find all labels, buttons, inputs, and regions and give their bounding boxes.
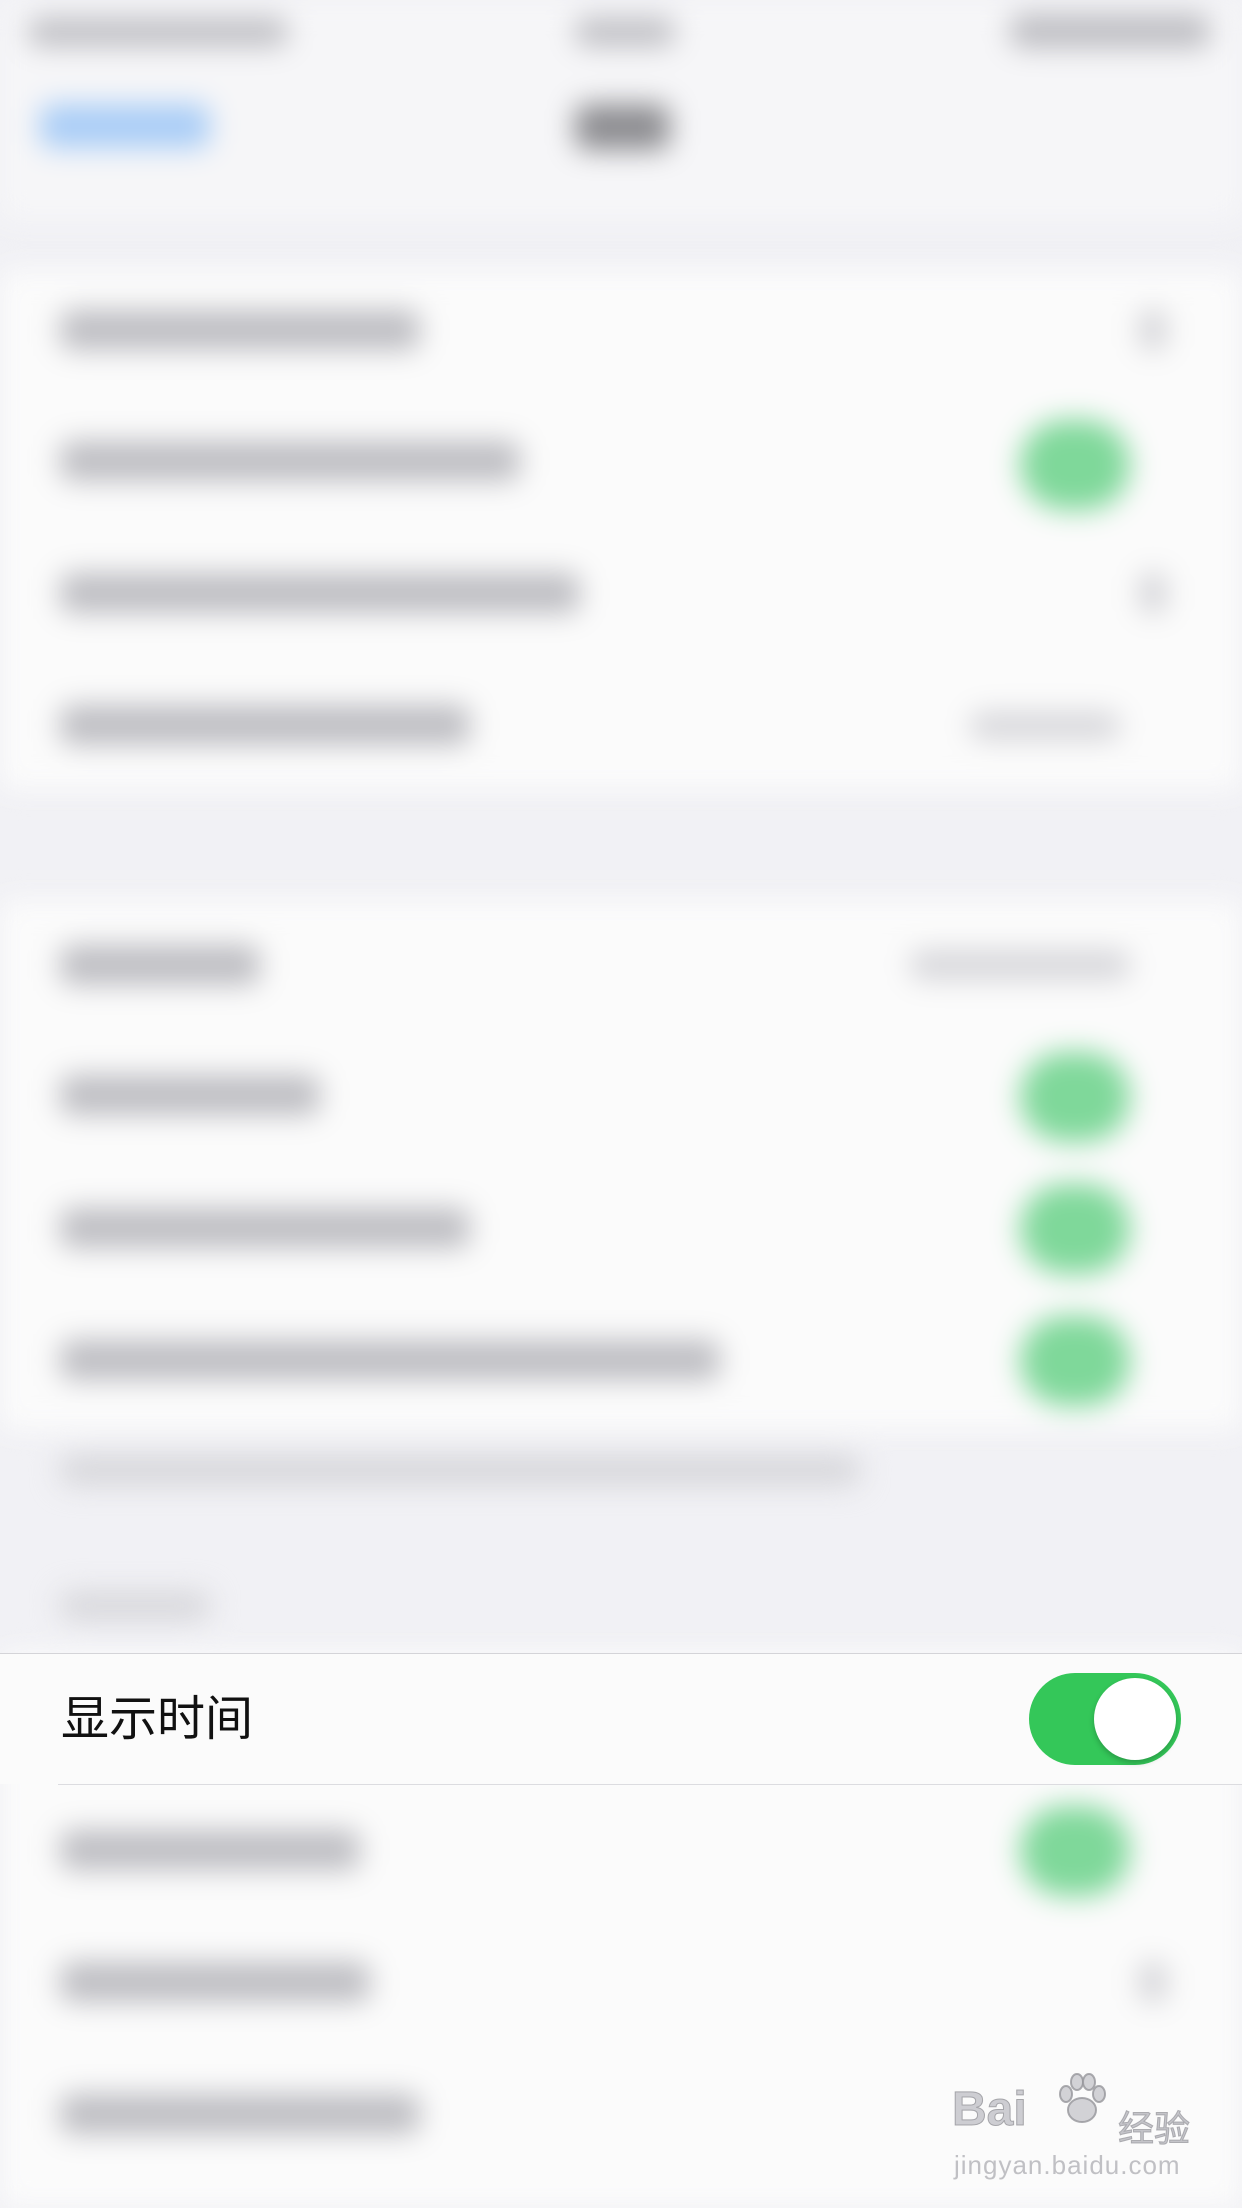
- show-time-cell: 显示时间: [0, 1653, 1242, 1785]
- row-4-label-placeholder: [60, 705, 470, 745]
- row-2-label-placeholder: [60, 441, 520, 481]
- row-9-toggle-placeholder[interactable]: [1020, 1806, 1130, 1896]
- show-time-toggle[interactable]: [1029, 1673, 1181, 1765]
- row-10-chevron-icon: [1140, 1962, 1166, 2002]
- show-time-label: 显示时间: [61, 1691, 254, 1747]
- row-6-label-placeholder: [60, 1075, 320, 1115]
- row-7-toggle-placeholder[interactable]: [1020, 1184, 1130, 1274]
- row-9-label-placeholder: [60, 1830, 360, 1870]
- row-7-label-placeholder: [60, 1208, 470, 1248]
- toggle-knob: [1094, 1678, 1176, 1760]
- group-3-header-placeholder: [60, 1592, 210, 1620]
- row-6-toggle-placeholder[interactable]: [1020, 1052, 1130, 1142]
- row-5-value-placeholder: [910, 950, 1130, 980]
- row-1-chevron-icon: [1140, 310, 1166, 350]
- group-2-footer-placeholder: [60, 1455, 860, 1485]
- cell-separator: [58, 1784, 1242, 1785]
- watermark-url: jingyan.baidu.com: [954, 2150, 1181, 2180]
- row-10-label-placeholder: [60, 1962, 370, 2002]
- row-5-label-placeholder: [60, 945, 260, 985]
- status-battery-placeholder: [1010, 14, 1210, 48]
- row-3-chevron-icon: [1140, 573, 1166, 613]
- row-11-label-placeholder: [60, 2094, 420, 2134]
- watermark-logo-text: Bai: [952, 2083, 1028, 2137]
- row-8-toggle-placeholder[interactable]: [1020, 1316, 1130, 1406]
- paw-icon: [1059, 2073, 1106, 2123]
- watermark-suffix-text: 经验: [1117, 2109, 1191, 2151]
- row-8-label-placeholder: [60, 1340, 720, 1380]
- row-3-label-placeholder: [60, 573, 580, 613]
- blurred-settings-background: [0, 0, 1242, 2208]
- baidu-jingyan-watermark: Bai 经验 jingyan.baidu.com: [948, 2070, 1228, 2188]
- back-button-placeholder[interactable]: [40, 104, 210, 148]
- nav-title-placeholder: [575, 104, 670, 150]
- row-4-value-placeholder: [970, 712, 1120, 740]
- row-1-label-placeholder: [60, 310, 420, 350]
- row-2-toggle-placeholder[interactable]: [1020, 420, 1130, 510]
- status-time-placeholder: [575, 18, 675, 46]
- status-carrier-placeholder: [28, 18, 288, 46]
